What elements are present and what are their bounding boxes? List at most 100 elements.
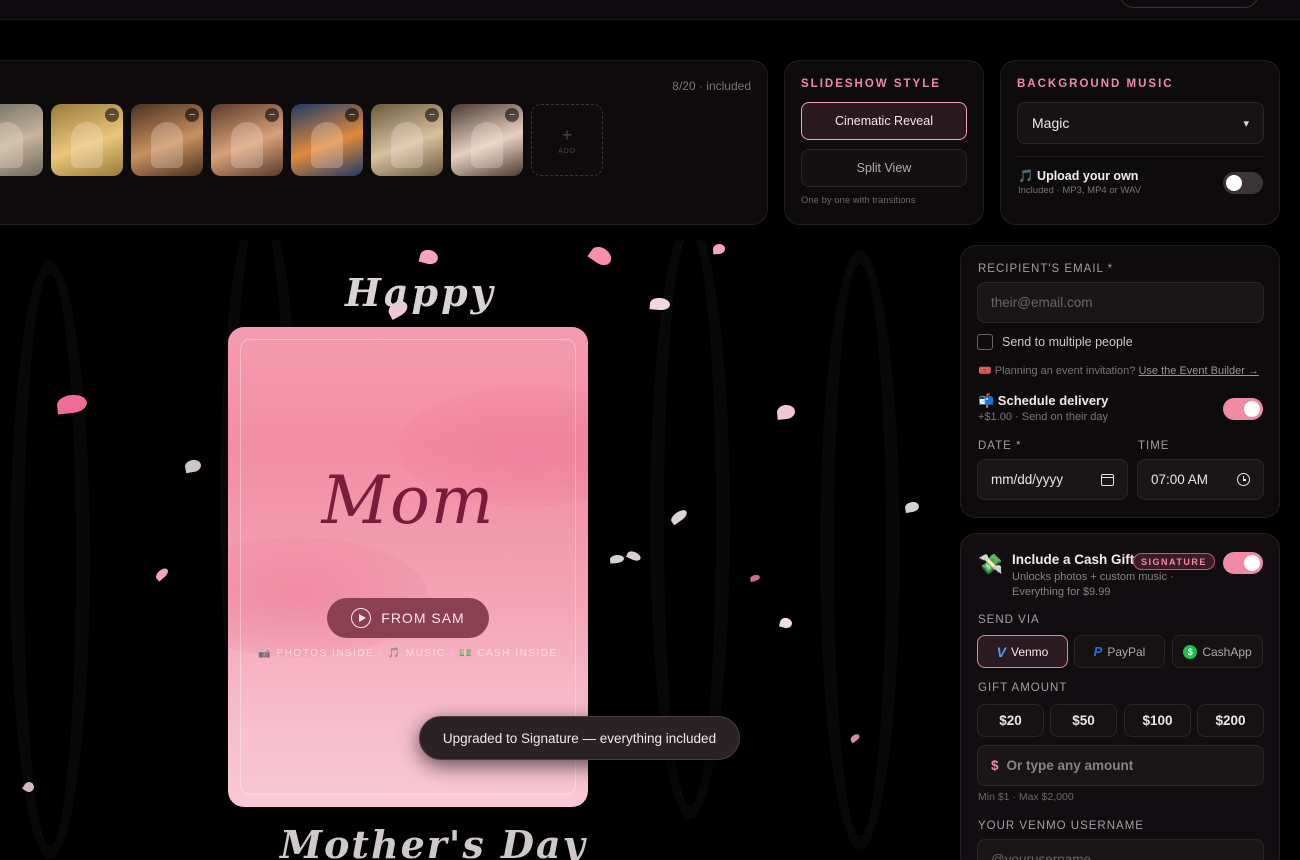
style-option-split-view[interactable]: Split View	[801, 149, 967, 187]
calendar-icon[interactable]	[1101, 473, 1114, 486]
cash-gift-card: 💸 Include a Cash Gift SIGNATURE Unlocks …	[960, 533, 1280, 860]
remove-photo-icon[interactable]: –	[345, 108, 359, 122]
plus-icon: +	[561, 124, 573, 145]
play-icon	[351, 608, 372, 628]
photo-thumbnail[interactable]: –	[291, 104, 363, 176]
background-music-card: BACKGROUND MUSIC Magic ▾ 🎵 Upload your o…	[1000, 60, 1280, 225]
greeting-happy: Happy	[345, 270, 496, 315]
money-icon: 💸	[978, 554, 1003, 576]
photo-thumbnails: – – – – – – + ADD	[0, 104, 603, 176]
gift-amount-label: GIFT AMOUNT	[978, 682, 1068, 694]
upload-music-toggle[interactable]	[1223, 172, 1263, 194]
photo-thumbnail[interactable]: –	[51, 104, 123, 176]
email-field[interactable]: their@email.com	[977, 282, 1264, 323]
venmo-username-placeholder: @yourusername	[991, 852, 1091, 860]
background-music-title: BACKGROUND MUSIC	[1017, 78, 1174, 90]
from-play-button[interactable]: FROM SAM	[327, 598, 489, 638]
background-streak	[820, 250, 900, 850]
background-streak	[10, 260, 90, 860]
payment-method-label: CashApp	[1202, 644, 1252, 659]
style-option-cinematic-reveal[interactable]: Cinematic Reveal	[801, 102, 967, 140]
email-placeholder: their@email.com	[991, 295, 1093, 310]
remove-photo-icon[interactable]: –	[425, 108, 439, 122]
photo-subject	[231, 122, 263, 168]
from-label: FROM SAM	[381, 610, 465, 626]
payment-method-label: PayPal	[1107, 644, 1146, 659]
remove-photo-icon[interactable]: –	[105, 108, 119, 122]
date-value: mm/dd/yyyy	[991, 472, 1064, 487]
time-label: TIME	[1138, 440, 1170, 452]
paypal-icon: P	[1093, 644, 1103, 659]
schedule-delivery-subtitle: +$1.00 · Send on their day	[978, 411, 1108, 423]
payment-method-paypal[interactable]: P PayPal	[1074, 635, 1165, 668]
date-field[interactable]: mm/dd/yyyy	[977, 459, 1128, 500]
petal	[587, 243, 615, 269]
petal	[625, 549, 643, 563]
send-via-label: SEND VIA	[978, 614, 1040, 626]
photo-subject	[311, 122, 343, 168]
multiple-people-label: Send to multiple people	[1002, 335, 1133, 349]
petal	[749, 573, 761, 583]
petal	[778, 616, 794, 630]
photo-thumbnail[interactable]: –	[371, 104, 443, 176]
photo-thumbnail[interactable]	[0, 104, 43, 176]
custom-amount-field[interactable]: $ Or type any amount	[977, 745, 1264, 786]
payment-method-label: Venmo	[1010, 644, 1049, 659]
signature-badge: SIGNATURE	[1133, 553, 1215, 570]
upload-music-subtitle: Included · MP3, MP4 or WAV	[1018, 185, 1142, 196]
photo-thumbnail[interactable]: –	[451, 104, 523, 176]
greeting-mothers-day: Mother's Day	[280, 822, 587, 860]
petal	[418, 247, 440, 267]
time-value: 07:00 AM	[1151, 472, 1209, 487]
toggle-knob	[1226, 175, 1242, 191]
add-photo-label: ADD	[558, 147, 576, 155]
amount-option-20[interactable]: $20	[977, 704, 1044, 737]
music-select[interactable]: Magic ▾	[1017, 102, 1264, 144]
event-invitation-line: 🎟️ Planning an event invitation? Use the…	[978, 364, 1259, 377]
cashapp-icon: $	[1183, 644, 1198, 659]
venmo-username-field[interactable]: @yourusername	[977, 839, 1264, 860]
amount-option-50[interactable]: $50	[1050, 704, 1117, 737]
custom-amount-placeholder: Or type any amount	[1006, 758, 1134, 773]
top-bar-button[interactable]	[1119, 0, 1259, 8]
photo-subject	[71, 122, 103, 168]
time-field[interactable]: 07:00 AM	[1137, 459, 1264, 500]
event-builder-link[interactable]: Use the Event Builder →	[1138, 365, 1258, 377]
date-label: DATE *	[978, 440, 1022, 452]
music-select-value: Magic	[1032, 115, 1070, 131]
payment-method-venmo[interactable]: V Venmo	[977, 635, 1068, 668]
chevron-down-icon: ▾	[1243, 117, 1249, 130]
amount-option-200[interactable]: $200	[1197, 704, 1264, 737]
payment-method-cashapp[interactable]: $ CashApp	[1172, 635, 1263, 668]
petal	[904, 500, 920, 514]
photo-thumbnail[interactable]: –	[131, 104, 203, 176]
cash-gift-toggle[interactable]	[1223, 552, 1263, 574]
add-photo-button[interactable]: + ADD	[531, 104, 603, 176]
card-recipient-name: Mom	[321, 462, 495, 539]
petal	[184, 458, 202, 474]
petal	[154, 566, 170, 582]
photo-subject	[391, 122, 423, 168]
slideshow-style-hint: One by one with transitions	[801, 195, 916, 206]
email-label: RECIPIENT'S EMAIL *	[978, 263, 1114, 275]
photo-subject	[151, 122, 183, 168]
upload-music-title: 🎵 Upload your own	[1018, 169, 1139, 183]
petal	[776, 404, 796, 420]
schedule-delivery-toggle[interactable]	[1223, 398, 1263, 420]
photos-card: 8/20 · included – – – – – – + ADD	[0, 60, 768, 225]
remove-photo-icon[interactable]: –	[265, 108, 279, 122]
schedule-delivery-title: 📬 Schedule delivery	[978, 393, 1109, 408]
remove-photo-icon[interactable]: –	[185, 108, 199, 122]
remove-photo-icon[interactable]: –	[505, 108, 519, 122]
petal	[712, 243, 726, 255]
upgrade-toast: Upgraded to Signature — everything inclu…	[419, 716, 740, 760]
toggle-knob	[1244, 555, 1260, 571]
card-contents-label: 📷 PHOTOS INSIDE · 🎵 MUSIC · 💵 CASH INSID…	[258, 648, 558, 659]
clock-icon[interactable]	[1237, 473, 1250, 486]
event-invitation-text: 🎟️ Planning an event invitation?	[978, 365, 1136, 377]
photo-thumbnail[interactable]: –	[211, 104, 283, 176]
multiple-people-checkbox[interactable]	[977, 334, 993, 350]
slideshow-style-card: SLIDESHOW STYLE Cinematic Reveal Split V…	[784, 60, 984, 225]
divider	[1017, 156, 1264, 157]
amount-option-100[interactable]: $100	[1124, 704, 1191, 737]
